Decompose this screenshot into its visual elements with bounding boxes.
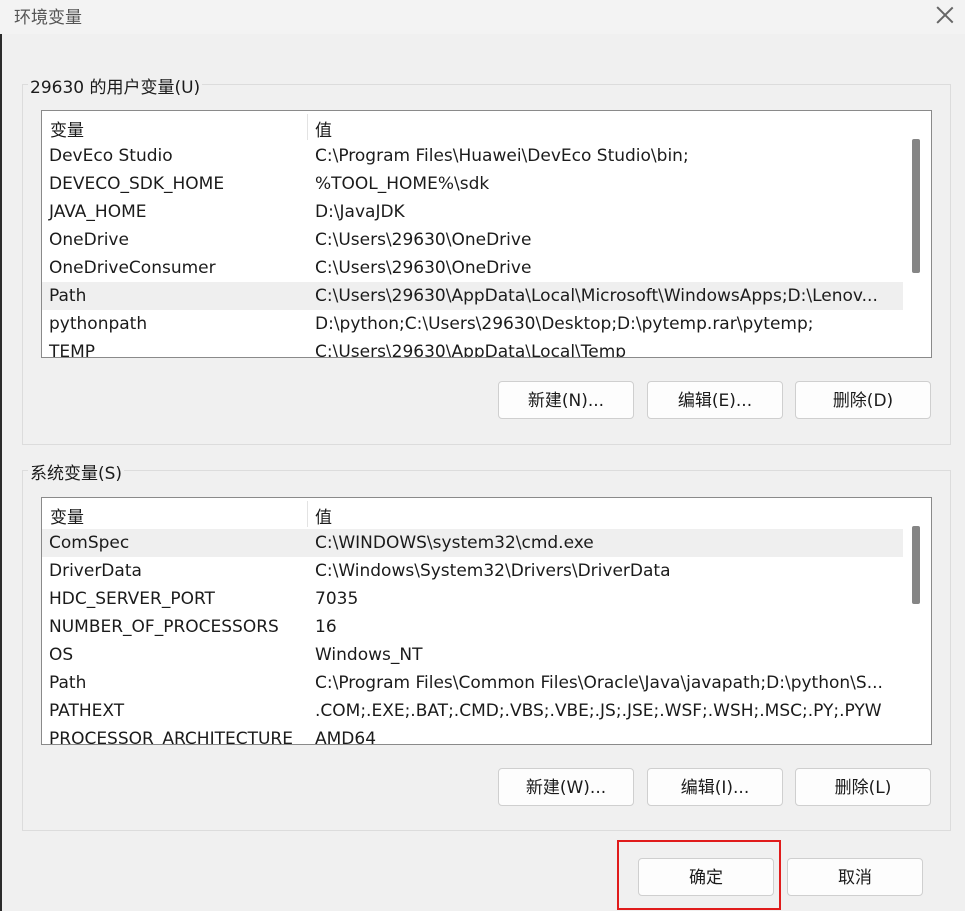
table-row[interactable]: TEMP C:\Users\29630\AppData\Local\Temp [42, 338, 903, 358]
row-name: pythonpath [49, 314, 148, 334]
row-value: C:\Users\29630\AppData\Local\Temp [315, 342, 627, 358]
scrollbar-thumb[interactable] [912, 526, 920, 604]
column-divider[interactable] [307, 501, 308, 527]
scrollbar-thumb[interactable] [912, 139, 920, 273]
system-delete-button[interactable]: 删除(L) [795, 768, 931, 806]
row-value: C:\Program Files\Huawei\DevEco Studio\bi… [315, 146, 689, 166]
cancel-button[interactable]: 取消 [787, 858, 923, 896]
column-header-value[interactable]: 值 [315, 116, 332, 141]
row-name: DevEco Studio [49, 146, 173, 166]
row-name: TEMP [49, 342, 96, 358]
row-value: Windows_NT [315, 645, 423, 665]
highlight-annotation [617, 840, 781, 910]
user-delete-button[interactable]: 删除(D) [795, 381, 931, 419]
window-edge [0, 0, 2, 911]
table-row[interactable]: DriverData C:\Windows\System32\Drivers\Dr… [42, 557, 903, 585]
row-name: Path [49, 286, 87, 306]
system-variables-label: 系统变量(S) [28, 459, 125, 484]
row-name: DriverData [49, 561, 142, 581]
list-header: 变量 值 [42, 498, 902, 528]
table-row[interactable]: DevEco Studio C:\Program Files\Huawei\Dev… [42, 142, 903, 170]
table-row[interactable]: DEVECO_SDK_HOME %TOOL_HOME%\sdk [42, 170, 903, 198]
row-value: .COM;.EXE;.BAT;.CMD;.VBS;.VBE;.JS;.JSE;.… [315, 701, 882, 721]
table-row[interactable]: OneDriveConsumer C:\Users\29630\OneDrive [42, 254, 903, 282]
row-name: NUMBER_OF_PROCESSORS [49, 617, 279, 637]
column-header-name[interactable]: 变量 [50, 503, 84, 528]
table-row-selected[interactable]: Path C:\Users\29630\AppData\Local\Microso… [42, 282, 903, 310]
row-name: OS [49, 645, 74, 665]
row-value: C:\Users\29630\OneDrive [315, 258, 532, 278]
user-edit-button[interactable]: 编辑(E)... [647, 381, 783, 419]
row-name: OneDrive [49, 230, 129, 250]
row-name: Path [49, 673, 87, 693]
column-divider[interactable] [307, 114, 308, 140]
row-value: C:\Users\29630\OneDrive [315, 230, 532, 250]
row-name: OneDriveConsumer [49, 258, 216, 278]
table-row[interactable]: OS Windows_NT [42, 641, 903, 669]
list-header: 变量 值 [42, 111, 902, 141]
row-name: ComSpec [49, 533, 130, 553]
vertical-scrollbar[interactable] [903, 498, 931, 744]
close-icon[interactable] [935, 5, 955, 25]
row-name: PATHEXT [49, 701, 125, 721]
row-value: C:\WINDOWS\system32\cmd.exe [315, 533, 594, 553]
table-row-selected[interactable]: ComSpec C:\WINDOWS\system32\cmd.exe [42, 529, 903, 557]
row-value: 7035 [315, 589, 359, 609]
user-variables-list[interactable]: 变量 值 DevEco Studio C:\Program Files\Huawe… [41, 110, 932, 358]
row-value: %TOOL_HOME%\sdk [315, 174, 490, 194]
system-new-button[interactable]: 新建(W)... [498, 768, 634, 806]
row-name: PROCESSOR_ARCHITECTURE [49, 729, 293, 745]
row-value: AMD64 [315, 729, 377, 745]
user-new-button[interactable]: 新建(N)... [498, 381, 634, 419]
row-value: C:\Windows\System32\Drivers\DriverData [315, 561, 671, 581]
window-title: 环境变量 [14, 8, 82, 28]
row-value: C:\Users\29630\AppData\Local\Microsoft\W… [315, 286, 878, 306]
title-bar: 环境变量 [0, 0, 965, 34]
row-name: HDC_SERVER_PORT [49, 589, 215, 609]
row-name: JAVA_HOME [49, 202, 147, 222]
row-value: D:\JavaJDK [315, 202, 405, 222]
system-edit-button[interactable]: 编辑(I)... [647, 768, 783, 806]
table-row[interactable]: pythonpath D:\python;C:\Users\29630\Deskt… [42, 310, 903, 338]
row-name: DEVECO_SDK_HOME [49, 174, 225, 194]
row-value: 16 [315, 617, 337, 637]
row-value: D:\python;C:\Users\29630\Desktop;D:\pyte… [315, 314, 814, 334]
column-header-value[interactable]: 值 [315, 503, 332, 528]
system-variables-list[interactable]: 变量 值 ComSpec C:\WINDOWS\system32\cmd.exe … [41, 497, 932, 745]
table-row[interactable]: NUMBER_OF_PROCESSORS 16 [42, 613, 903, 641]
vertical-scrollbar[interactable] [903, 111, 931, 357]
table-row[interactable]: HDC_SERVER_PORT 7035 [42, 585, 903, 613]
table-row[interactable]: OneDrive C:\Users\29630\OneDrive [42, 226, 903, 254]
table-row[interactable]: Path C:\Program Files\Common Files\Oracle… [42, 669, 903, 697]
table-row[interactable]: PROCESSOR_ARCHITECTURE AMD64 [42, 725, 903, 745]
table-row[interactable]: JAVA_HOME D:\JavaJDK [42, 198, 903, 226]
row-value: C:\Program Files\Common Files\Oracle\Jav… [315, 673, 883, 693]
table-row[interactable]: PATHEXT .COM;.EXE;.BAT;.CMD;.VBS;.VBE;.JS… [42, 697, 903, 725]
user-variables-label: 29630 的用户变量(U) [28, 73, 203, 98]
column-header-name[interactable]: 变量 [50, 116, 84, 141]
